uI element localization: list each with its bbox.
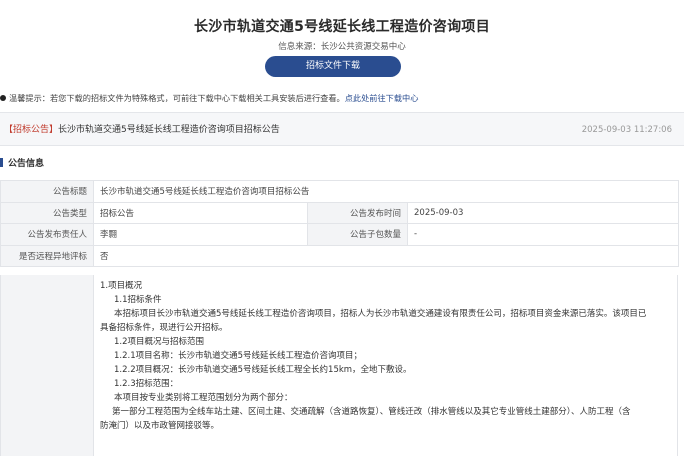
notice-title-text: 长沙市轨道交通5号线延长线工程造价咨询项目招标公告 [58,125,280,135]
row-value: - [407,223,679,246]
section-marker-icon [0,158,3,167]
row-value: 长沙市轨道交通5号线延长线工程造价咨询项目招标公告 [93,180,679,203]
row-label: 是否远程异地评标 [0,244,94,267]
content-line: 本项目按专业类别将工程范围划分为两个部分： [114,393,293,403]
row-label: 公告发布责任人 [0,223,94,246]
row-label: 公告标题 [0,180,94,203]
notice-info-table: 公告标题 长沙市轨道交通5号线延长线工程造价咨询项目招标公告 公告类型 招标公告… [0,180,679,267]
content-line: 本招标项目长沙市轨道交通5号线延长线工程造价咨询项目，招标人为长沙市轨道交通建设… [114,309,647,319]
content-line: 1.2.3招标范围： [114,379,179,389]
section-heading: 公告信息 [0,156,684,172]
row-value: 招标公告 [93,201,308,224]
row-label: 公告发布时间 [307,201,408,224]
content-line: 1.2.2项目概况：长沙市轨道交通5号线延长线工程全长约15km，全地下敷设。 [114,365,412,375]
row-label: 公告子包数量 [307,223,408,246]
notice-date: 2025-09-03 11:27:06 [581,125,672,135]
content-line: 防淹门）以及市政管网接驳等。 [100,421,220,431]
tip-bar: 温馨提示：若您下载的招标文件为特殊格式，可前往下载中心下载相关工具安装后进行查看… [0,91,684,105]
content-line: 第一部分工程范围为全线车站土建、区间土建、交通疏解（含道路恢复）、管线迁改（排水… [112,407,631,417]
table-row: 公告发布责任人 李翾 公告子包数量 - [0,223,679,246]
content-line: 1.2项目概况与招标范围 [114,337,205,347]
table-row: 公告类型 招标公告 公告发布时间 2025-09-03 [0,201,679,224]
row-label: 公告类型 [0,201,94,224]
section-title: 公告信息 [8,159,45,169]
row-value: 李翾 [93,223,308,246]
tip-text: 温馨提示：若您下载的招标文件为特殊格式，可前往下载中心下载相关工具安装后进行查看… [9,93,345,103]
content-line: 1.项目概况 [100,281,143,291]
table-row: 是否远程异地评标 否 [0,244,679,267]
content-line: 具备招标条件，现进行公开招标。 [100,323,228,333]
table-row: 公告标题 长沙市轨道交通5号线延长线工程造价咨询项目招标公告 [0,180,679,203]
row-value: 否 [93,244,679,267]
content-line: 1.1招标条件 [114,295,162,305]
content-label-column [0,275,93,456]
download-center-link[interactable]: 点此处前往下载中心 [345,93,419,103]
tender-file-download-button[interactable]: 招标文件下载 [265,56,401,77]
page-title: 长沙市轨道交通5号线延长线工程造价咨询项目 [193,19,491,35]
notice-content: 1.项目概况 1.1招标条件 本招标项目长沙市轨道交通5号线延长线工程造价咨询项… [93,275,678,456]
content-line: 1.2.1项目名称：长沙市轨道交通5号线延长线工程造价咨询项目； [114,351,363,361]
notice-type-tag: 【招标公告】 [4,125,59,135]
notice-header: 【招标公告】长沙市轨道交通5号线延长线工程造价咨询项目招标公告 2025-09-… [0,112,684,146]
tip-bullet-icon [0,95,6,101]
info-source: 信息来源：长沙公共资源交易中心 [278,42,406,52]
row-value: 2025-09-03 [407,201,679,224]
notice-title: 【招标公告】长沙市轨道交通5号线延长线工程造价咨询项目招标公告 [4,113,280,147]
